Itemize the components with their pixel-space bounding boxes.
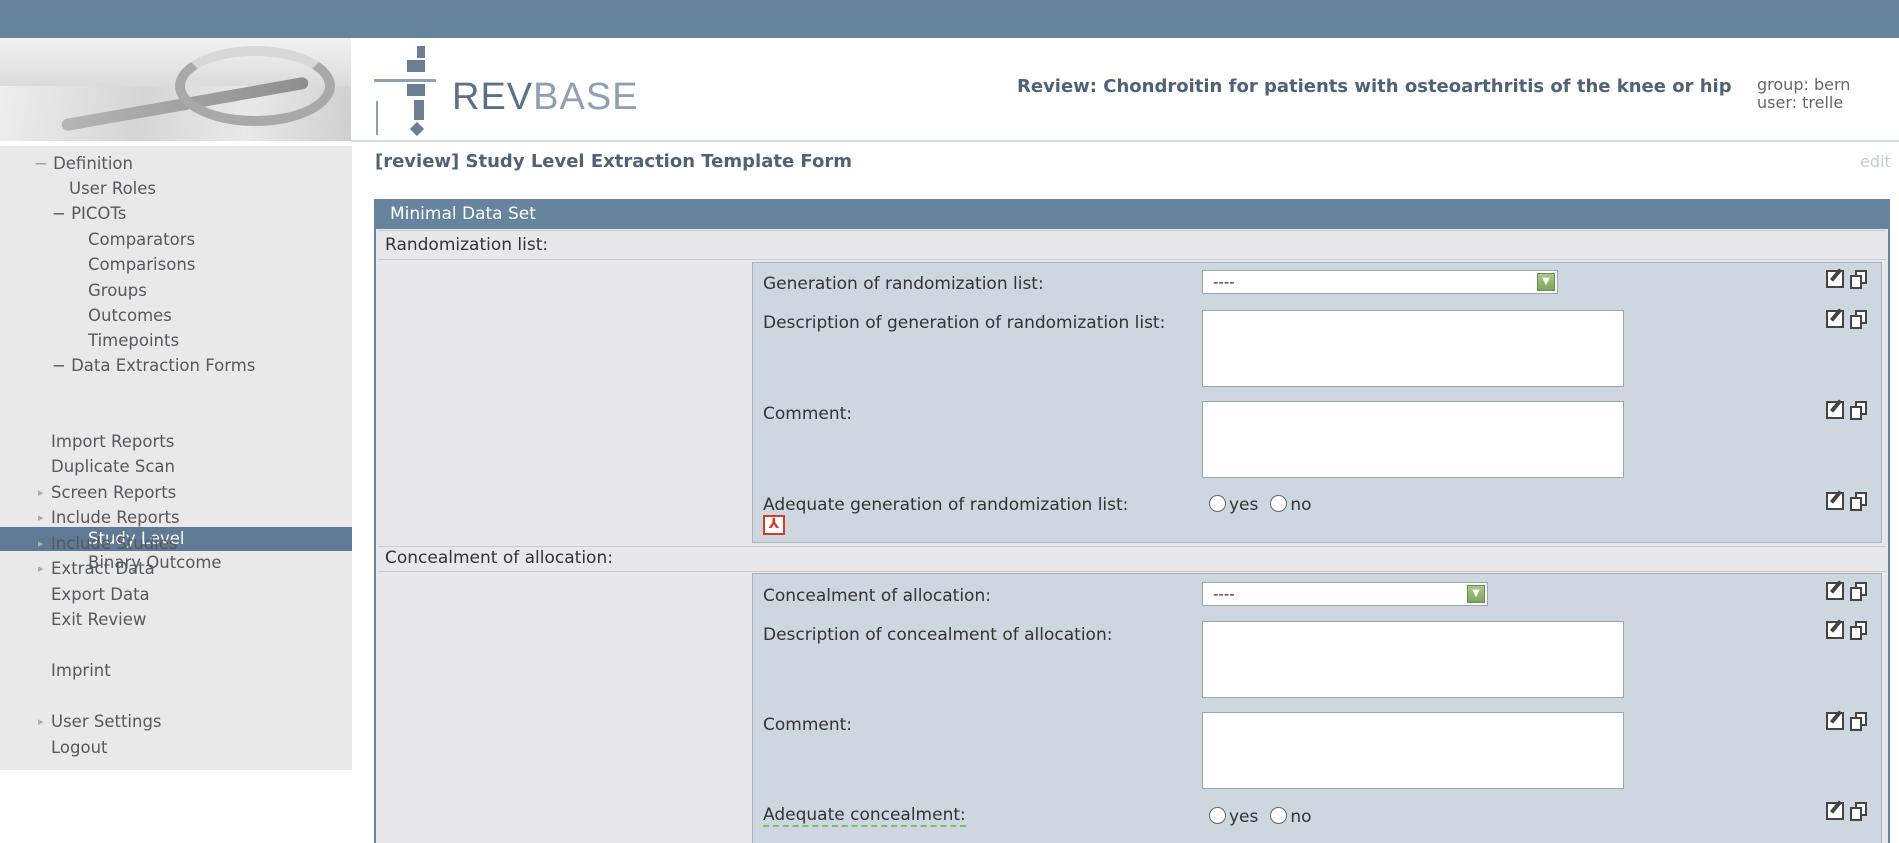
concealment-select[interactable]: ---- ▼ (1202, 582, 1488, 606)
edit-icon[interactable] (1826, 492, 1844, 510)
concealment-description-textarea[interactable] (1202, 621, 1624, 698)
logo-text: REVBASE (452, 76, 639, 118)
edit-icon[interactable] (1826, 582, 1844, 600)
concealment-label: Concealment of allocation: (763, 586, 991, 606)
row-actions (1826, 270, 1874, 292)
expand-arrow-icon: ▸ (38, 537, 44, 550)
edit-icon[interactable] (1826, 310, 1844, 328)
top-bar (0, 0, 1899, 38)
section-divider (378, 546, 1886, 547)
sidebar-item-data-extraction-forms[interactable]: − Data Extraction Forms (52, 356, 255, 375)
sidebar-item-include-reports[interactable]: Include Reports (51, 508, 180, 527)
radio-no[interactable] (1270, 807, 1288, 824)
sidebar-item-groups[interactable]: Groups (88, 281, 147, 300)
copy-icon[interactable] (1850, 802, 1868, 821)
row-actions (1826, 802, 1874, 824)
edit-icon[interactable] (1826, 401, 1844, 419)
chevron-down-icon[interactable]: ▼ (1537, 273, 1555, 291)
row-actions (1826, 582, 1874, 604)
sidebar-item-duplicate-scan[interactable]: Duplicate Scan (51, 457, 175, 476)
expand-arrow-icon: ▸ (38, 715, 44, 728)
sidebar-item-picots[interactable]: − PICOTs (52, 204, 126, 223)
sidebar-item-timepoints[interactable]: Timepoints (88, 331, 179, 350)
pdf-icon[interactable]: ⅄ (763, 515, 785, 535)
edit-icon[interactable] (1826, 621, 1844, 639)
adequate-concealment-radios: yes no (1209, 807, 1312, 827)
copy-icon[interactable] (1850, 310, 1868, 329)
adequate-concealment-label: Adequate concealment: (763, 805, 966, 827)
generation-label: Generation of randomization list: (763, 274, 1044, 294)
sidebar-item-comparisons[interactable]: Comparisons (88, 255, 195, 274)
radio-yes[interactable] (1209, 807, 1226, 824)
header-divider (351, 140, 1899, 142)
radio-yes[interactable] (1209, 495, 1226, 512)
section-divider (378, 259, 1886, 260)
chevron-down-icon[interactable]: ▼ (1467, 585, 1485, 603)
edit-icon[interactable] (1826, 270, 1844, 288)
edit-icon[interactable] (1826, 712, 1844, 730)
section-divider (378, 230, 1886, 231)
copy-icon[interactable] (1850, 492, 1868, 511)
sidebar-item-user-settings[interactable]: User Settings (51, 712, 162, 731)
row-actions (1826, 712, 1874, 734)
comment-textarea[interactable] (1202, 401, 1624, 478)
review-title: Review: Chondroitin for patients with os… (1017, 76, 1732, 97)
user-info: group: bern user: trelle (1757, 76, 1850, 112)
expand-arrow-icon: ▸ (38, 486, 44, 499)
copy-icon[interactable] (1850, 401, 1868, 420)
copy-icon[interactable] (1850, 712, 1868, 731)
expand-arrow-icon: ▸ (38, 562, 44, 575)
description-label: Description of generation of randomizati… (763, 313, 1166, 333)
sidebar-item-extract-data[interactable]: Extract Data (51, 559, 155, 578)
sidebar-item-outcomes[interactable]: Outcomes (88, 306, 172, 325)
sidebar-item-import-reports[interactable]: Import Reports (51, 432, 174, 451)
section-label-randomization: Randomization list: (385, 235, 549, 255)
sidebar-item-export-data[interactable]: Export Data (51, 585, 150, 604)
user-label: user: trelle (1757, 93, 1844, 112)
expand-arrow-icon: ▸ (38, 511, 44, 524)
sidebar-item-definition[interactable]: − Definition (34, 154, 133, 173)
adequate-generation-radios: yes no (1209, 495, 1312, 515)
comment-label: Comment: (763, 404, 853, 424)
concealment-description-label: Description of concealment of allocation… (763, 625, 1113, 645)
sidebar-item-screen-reports[interactable]: Screen Reports (51, 483, 176, 502)
copy-icon[interactable] (1850, 621, 1868, 640)
sidebar-item-imprint[interactable]: Imprint (51, 661, 111, 680)
form-title: [review] Study Level Extraction Template… (375, 151, 852, 172)
group-label: group: bern (1757, 75, 1851, 94)
row-actions (1826, 401, 1874, 423)
edit-icon[interactable] (1826, 802, 1844, 820)
panel-title: Minimal Data Set (374, 199, 1890, 229)
row-actions (1826, 310, 1874, 332)
generation-select[interactable]: ---- ▼ (1202, 270, 1558, 294)
sidebar-item-exit-review[interactable]: Exit Review (51, 610, 146, 629)
revbase-logo[interactable]: REVBASE (372, 46, 642, 137)
row-actions (1826, 492, 1874, 514)
copy-icon[interactable] (1850, 270, 1868, 289)
radio-no[interactable] (1270, 495, 1288, 512)
row-actions (1826, 621, 1874, 643)
section-divider (378, 571, 1886, 572)
sidebar-item-comparators[interactable]: Comparators (88, 230, 195, 249)
section-label-concealment: Concealment of allocation: (385, 548, 613, 568)
sidebar-item-user-roles[interactable]: User Roles (69, 179, 156, 198)
concealment-comment-textarea[interactable] (1202, 712, 1624, 789)
copy-icon[interactable] (1850, 582, 1868, 601)
adequate-generation-label: Adequate generation of randomization lis… (763, 495, 1129, 515)
edit-link[interactable]: edit (1860, 152, 1891, 171)
sidebar-item-include-studies[interactable]: Include Studies (51, 534, 178, 553)
concealment-fields-block (752, 573, 1882, 843)
description-textarea[interactable] (1202, 310, 1624, 387)
header-stethoscope-image (0, 38, 351, 141)
sidebar-item-logout[interactable]: Logout (51, 738, 108, 757)
concealment-comment-label: Comment: (763, 715, 853, 735)
